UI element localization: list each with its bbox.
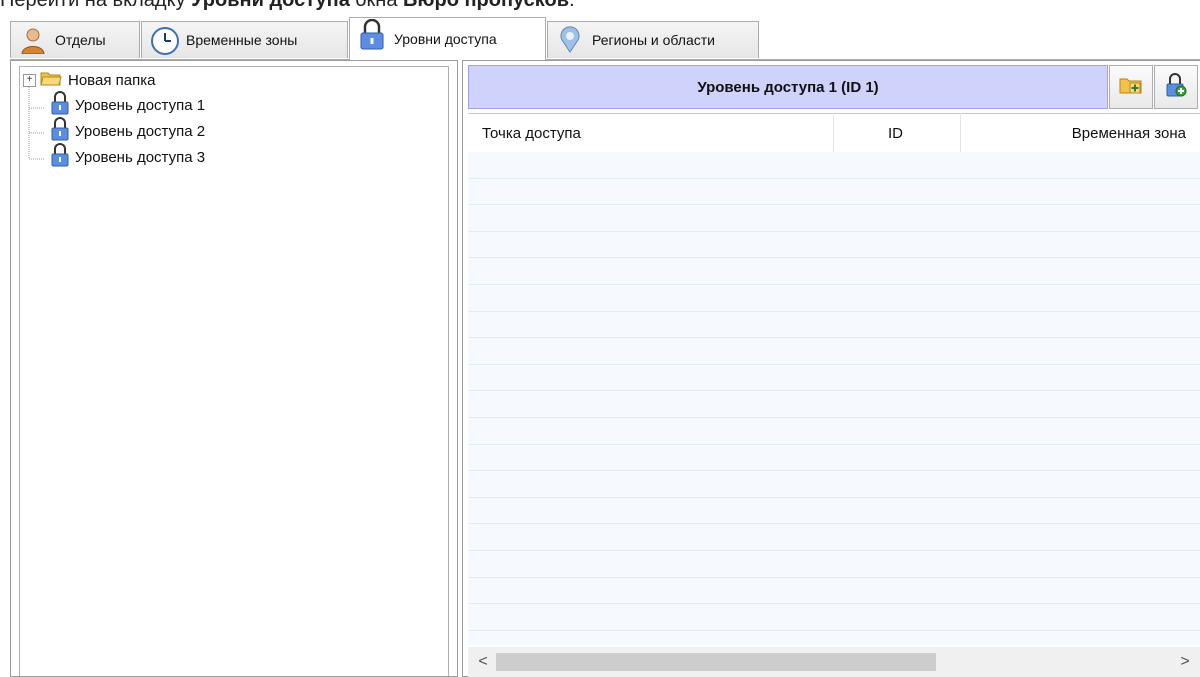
- access-level-tree[interactable]: + Новая папка Уровень доступа 1 Уровень …: [19, 66, 449, 676]
- empty-grid-row: [468, 284, 1200, 312]
- access-points-grid[interactable]: [468, 152, 1200, 645]
- tab-strip: Отделы Временные зоны Уровни доступа Рег…: [10, 17, 1200, 60]
- map-pin-icon: [556, 26, 584, 54]
- instruction-window-name: Бюро пропусков: [403, 0, 570, 11]
- tab-departments-label: Отделы: [55, 32, 106, 48]
- empty-grid-row: [468, 524, 1200, 551]
- access-level-title: Уровень доступа 1 (ID 1): [468, 65, 1108, 109]
- instruction-tab-name: Уровни доступа: [191, 0, 350, 11]
- column-header-id[interactable]: ID: [888, 114, 903, 152]
- tab-access-levels-label: Уровни доступа: [394, 31, 497, 47]
- add-access-level-icon: [1165, 72, 1187, 103]
- padlock-icon: [51, 143, 69, 171]
- empty-grid-row: [468, 152, 1200, 179]
- padlock-icon: [51, 117, 69, 145]
- empty-grid-row: [468, 258, 1200, 285]
- instruction-prefix: Перейти на вкладку: [0, 0, 192, 11]
- scrollbar-thumb[interactable]: [496, 653, 936, 671]
- empty-grid-row: [468, 417, 1200, 445]
- tree-item-access-level-2[interactable]: Уровень доступа 2: [51, 117, 206, 145]
- add-access-level-button[interactable]: [1154, 65, 1198, 109]
- tab-time-zones[interactable]: Временные зоны: [141, 21, 348, 58]
- empty-grid-row: [468, 311, 1200, 339]
- add-folder-button[interactable]: [1109, 65, 1153, 109]
- empty-grid-row: [468, 178, 1200, 206]
- empty-grid-row: [468, 205, 1200, 232]
- empty-grid-row: [468, 577, 1200, 605]
- tab-time-zones-label: Временные зоны: [186, 32, 298, 48]
- folder-icon: [40, 70, 62, 90]
- instruction-text: Перейти на вкладку Уровни доступа окна Б…: [0, 0, 1200, 13]
- padlock-icon: [51, 91, 69, 119]
- grid-header: Точка доступа ID Временная зона: [468, 113, 1200, 153]
- horizontal-scrollbar[interactable]: < >: [468, 647, 1200, 677]
- empty-grid-row: [468, 364, 1200, 392]
- empty-grid-row: [468, 471, 1200, 498]
- instruction-suffix: .: [569, 0, 575, 11]
- tree-item-new-folder[interactable]: + Новая папка: [23, 69, 155, 91]
- tab-regions-label: Регионы и области: [592, 32, 715, 48]
- access-level-detail-panel: Уровень доступа 1 (ID 1) Точка доступа I…: [462, 60, 1200, 677]
- empty-grid-row: [468, 391, 1200, 418]
- instruction-middle: окна: [349, 0, 404, 11]
- person-icon: [19, 26, 47, 55]
- tree-item-label: Уровень доступа 1: [75, 96, 206, 114]
- tab-access-levels[interactable]: Уровни доступа: [349, 17, 546, 60]
- tab-regions[interactable]: Регионы и области: [547, 21, 759, 58]
- empty-grid-row: [468, 550, 1200, 578]
- empty-grid-row: [468, 231, 1200, 259]
- empty-grid-row: [468, 444, 1200, 472]
- empty-grid-row: [468, 630, 1200, 645]
- empty-grid-row: [468, 497, 1200, 525]
- tree-item-label: Уровень доступа 2: [75, 122, 206, 140]
- empty-grid-row: [468, 338, 1200, 365]
- tab-departments[interactable]: Отделы: [10, 21, 140, 58]
- expand-icon[interactable]: +: [23, 73, 36, 87]
- add-folder-icon: [1119, 75, 1143, 100]
- tree-item-access-level-3[interactable]: Уровень доступа 3: [51, 143, 206, 171]
- clock-icon: [150, 26, 179, 55]
- padlock-icon: [358, 18, 386, 53]
- column-header-time-zone[interactable]: Временная зона: [1072, 114, 1186, 152]
- tree-item-label: Новая папка: [68, 71, 156, 89]
- column-header-access-point[interactable]: Точка доступа: [482, 114, 581, 152]
- tree-item-label: Уровень доступа 3: [75, 148, 206, 166]
- scroll-left-button[interactable]: <: [472, 647, 494, 677]
- scroll-right-button[interactable]: >: [1174, 647, 1196, 677]
- access-level-tree-panel: + Новая папка Уровень доступа 1 Уровень …: [10, 60, 458, 677]
- tree-item-access-level-1[interactable]: Уровень доступа 1: [51, 91, 206, 119]
- empty-grid-row: [468, 604, 1200, 631]
